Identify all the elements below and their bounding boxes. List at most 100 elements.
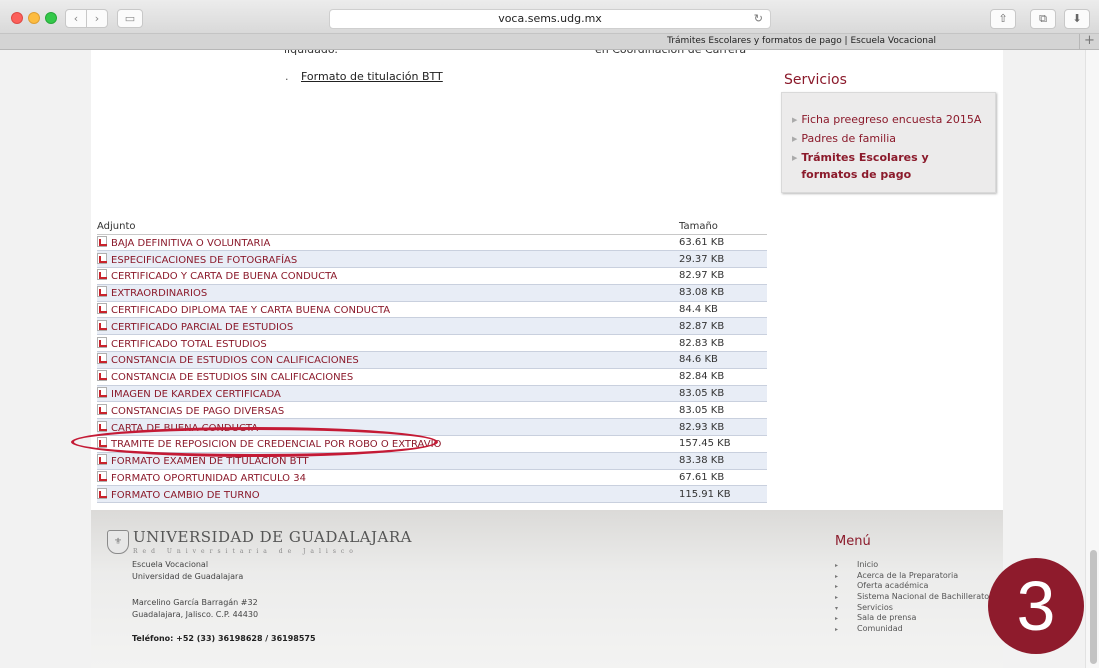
scrollbar-thumb[interactable]	[1090, 550, 1097, 664]
show-tabs-icon[interactable]: ⧉	[1030, 9, 1056, 29]
share-icon[interactable]: ⇧	[990, 9, 1016, 29]
services-title: Servicios	[784, 72, 847, 88]
service-item-ficha[interactable]: ▶ Ficha preegreso encuesta 2015A	[792, 111, 985, 130]
service-item-padres[interactable]: ▶ Padres de familia	[792, 130, 985, 149]
attachment-size: 82.83 KB	[679, 334, 767, 353]
footer-menu-item[interactable]: ▾ Servicios	[835, 603, 989, 614]
attachments-table: Adjunto Tamaño BAJA DEFINITIVA O VOLUNTA…	[97, 220, 767, 504]
pdf-file-icon	[97, 454, 107, 466]
attachment-link[interactable]: FORMATO OPORTUNIDAD ARTICULO 34	[111, 473, 306, 484]
service-item-tramites[interactable]: ▶ Trámites Escolares y formatos de pago	[792, 149, 985, 183]
attachment-cell: FORMATO CAMBIO DE TURNO	[97, 485, 679, 504]
attachment-link[interactable]: EXTRAORDINARIOS	[111, 288, 207, 299]
footer-menu-label: Sistema Nacional de Bachillerato	[857, 592, 990, 602]
new-tab-button[interactable]: +	[1079, 34, 1099, 49]
browser-toolbar: ‹ › ▭ voca.sems.udg.mx ↻ ⇧ ⧉ ⬇	[0, 0, 1099, 34]
table-header-row: Adjunto Tamaño	[97, 220, 767, 235]
footer-menu-item[interactable]: ▸ Acerca de la Preparatoria	[835, 571, 989, 582]
attachment-size: 82.93 KB	[679, 418, 767, 437]
footer-menu-item[interactable]: ▸ Oferta académica	[835, 581, 989, 592]
footer-menu-item[interactable]: ▸ Sala de prensa	[835, 613, 989, 624]
tab-title[interactable]: Trámites Escolares y formatos de pago | …	[667, 36, 936, 46]
attachment-link[interactable]: CERTIFICADO DIPLOMA TAE Y CARTA BUENA CO…	[111, 305, 390, 316]
attachment-size: 157.45 KB	[679, 435, 767, 453]
table-row: CERTIFICADO DIPLOMA TAE Y CARTA BUENA CO…	[97, 301, 767, 319]
pdf-file-icon	[97, 303, 107, 315]
attachment-link[interactable]: FORMATO EXAMEN DE TITULACION BTT	[111, 456, 309, 467]
triangle-icon: ▶	[792, 135, 798, 143]
pdf-file-icon	[97, 252, 107, 264]
pdf-file-icon	[97, 286, 107, 298]
triangle-icon: ▶	[792, 116, 798, 124]
triangle-icon: ▶	[792, 154, 798, 162]
attachment-cell: ESPECIFICACIONES DE FOTOGRAFÍAS	[97, 250, 679, 269]
footer-menu-label: Comunidad	[857, 624, 903, 634]
address-bar[interactable]: voca.sems.udg.mx ↻	[329, 9, 771, 29]
attachment-size: 29.37 KB	[679, 250, 767, 269]
attachment-link[interactable]: CERTIFICADO PARCIAL DE ESTUDIOS	[111, 322, 293, 333]
pdf-file-icon	[97, 387, 107, 399]
attachment-size: 82.87 KB	[679, 317, 767, 336]
network-name: Red Universitaria de Jalisco	[133, 548, 358, 555]
table-row: FORMATO OPORTUNIDAD ARTICULO 34 67.61 KB	[97, 469, 767, 487]
attachment-link[interactable]: CONSTANCIA DE ESTUDIOS SIN CALIFICACIONE…	[111, 372, 353, 383]
attachment-link[interactable]: BAJA DEFINITIVA O VOLUNTARIA	[111, 238, 270, 249]
table-row: CONSTANCIA DE ESTUDIOS CON CALIFICACIONE…	[97, 351, 767, 369]
footer-address-1: Marcelino García Barragán #32	[132, 598, 258, 607]
format-titulacion-link[interactable]: Formato de titulación BTT	[301, 70, 443, 83]
attachment-size: 83.05 KB	[679, 401, 767, 420]
attachment-size: 115.91 KB	[679, 485, 767, 504]
pdf-file-icon	[97, 269, 107, 281]
caret-right-icon: ▸	[835, 626, 839, 634]
minimize-window-button[interactable]	[28, 12, 40, 24]
attachment-link[interactable]: CONSTANCIAS DE PAGO DIVERSAS	[111, 406, 284, 417]
footer-menu-item[interactable]: ▸ Comunidad	[835, 624, 989, 635]
pdf-file-icon	[97, 235, 107, 247]
attachment-link[interactable]: IMAGEN DE KARDEX CERTIFICADA	[111, 389, 281, 400]
attachment-cell: CERTIFICADO DIPLOMA TAE Y CARTA BUENA CO…	[97, 301, 679, 319]
attachment-link[interactable]: ESPECIFICACIONES DE FOTOGRAFÍAS	[111, 255, 297, 266]
attachment-link[interactable]: CERTIFICADO TOTAL ESTUDIOS	[111, 339, 267, 350]
table-row: IMAGEN DE KARDEX CERTIFICADA 83.05 KB	[97, 385, 767, 403]
footer-menu-label: Sala de prensa	[857, 613, 917, 623]
attachment-link[interactable]: FORMATO CAMBIO DE TURNO	[111, 490, 260, 501]
footer-menu-label: Servicios	[857, 602, 893, 612]
udg-crest-icon: ⚜	[107, 530, 129, 554]
maximize-window-button[interactable]	[45, 12, 57, 24]
pdf-file-icon	[97, 319, 107, 331]
back-button[interactable]: ‹	[65, 9, 87, 28]
attachment-cell: CONSTANCIAS DE PAGO DIVERSAS	[97, 401, 679, 420]
forward-button[interactable]: ›	[86, 9, 108, 28]
attachment-cell: FORMATO OPORTUNIDAD ARTICULO 34	[97, 469, 679, 487]
footer-menu-item[interactable]: ▸ Inicio	[835, 560, 989, 571]
attachment-link[interactable]: CERTIFICADO Y CARTA DE BUENA CONDUCTA	[111, 271, 337, 282]
reload-icon[interactable]: ↻	[754, 10, 763, 28]
attachment-cell: CONSTANCIA DE ESTUDIOS SIN CALIFICACIONE…	[97, 368, 679, 386]
service-item-label: Trámites Escolares y formatos de pago	[801, 151, 929, 181]
attachment-size: 83.05 KB	[679, 385, 767, 403]
attachment-size: 63.61 KB	[679, 234, 767, 252]
size-header: Tamaño	[679, 220, 767, 235]
attachment-cell: IMAGEN DE KARDEX CERTIFICADA	[97, 385, 679, 403]
attachment-size: 82.84 KB	[679, 368, 767, 386]
university-name: UNIVERSIDAD DE GUADALAJARA	[133, 528, 412, 546]
pdf-file-icon	[97, 420, 107, 432]
attachment-link[interactable]: CONSTANCIA DE ESTUDIOS CON CALIFICACIONE…	[111, 355, 359, 366]
vertical-scrollbar[interactable]	[1085, 50, 1099, 668]
table-row: CONSTANCIAS DE PAGO DIVERSAS 83.05 KB	[97, 401, 767, 420]
table-row: EXTRAORDINARIOS 83.08 KB	[97, 284, 767, 302]
footer-menu-item[interactable]: ▸ Sistema Nacional de Bachillerato	[835, 592, 989, 603]
menu-title: Menú	[835, 534, 871, 549]
footer-university: Universidad de Guadalajara	[132, 572, 244, 581]
attachment-cell: CERTIFICADO TOTAL ESTUDIOS	[97, 334, 679, 353]
close-window-button[interactable]	[11, 12, 23, 24]
attachment-size: 84.6 KB	[679, 351, 767, 369]
sidebar-toggle-icon[interactable]: ▭	[117, 9, 143, 28]
footer-phone: Teléfono: +52 (33) 36198628 / 36198575	[132, 634, 316, 643]
downloads-icon[interactable]: ⬇	[1064, 9, 1090, 29]
table-row: CERTIFICADO Y CARTA DE BUENA CONDUCTA 82.…	[97, 267, 767, 285]
table-row: CONSTANCIA DE ESTUDIOS SIN CALIFICACIONE…	[97, 368, 767, 386]
service-item-label: Padres de familia	[801, 132, 897, 145]
attachment-cell: BAJA DEFINITIVA O VOLUNTARIA	[97, 234, 679, 252]
page-content: liquidado. en Coordinación de Carrera · …	[71, 50, 1003, 668]
